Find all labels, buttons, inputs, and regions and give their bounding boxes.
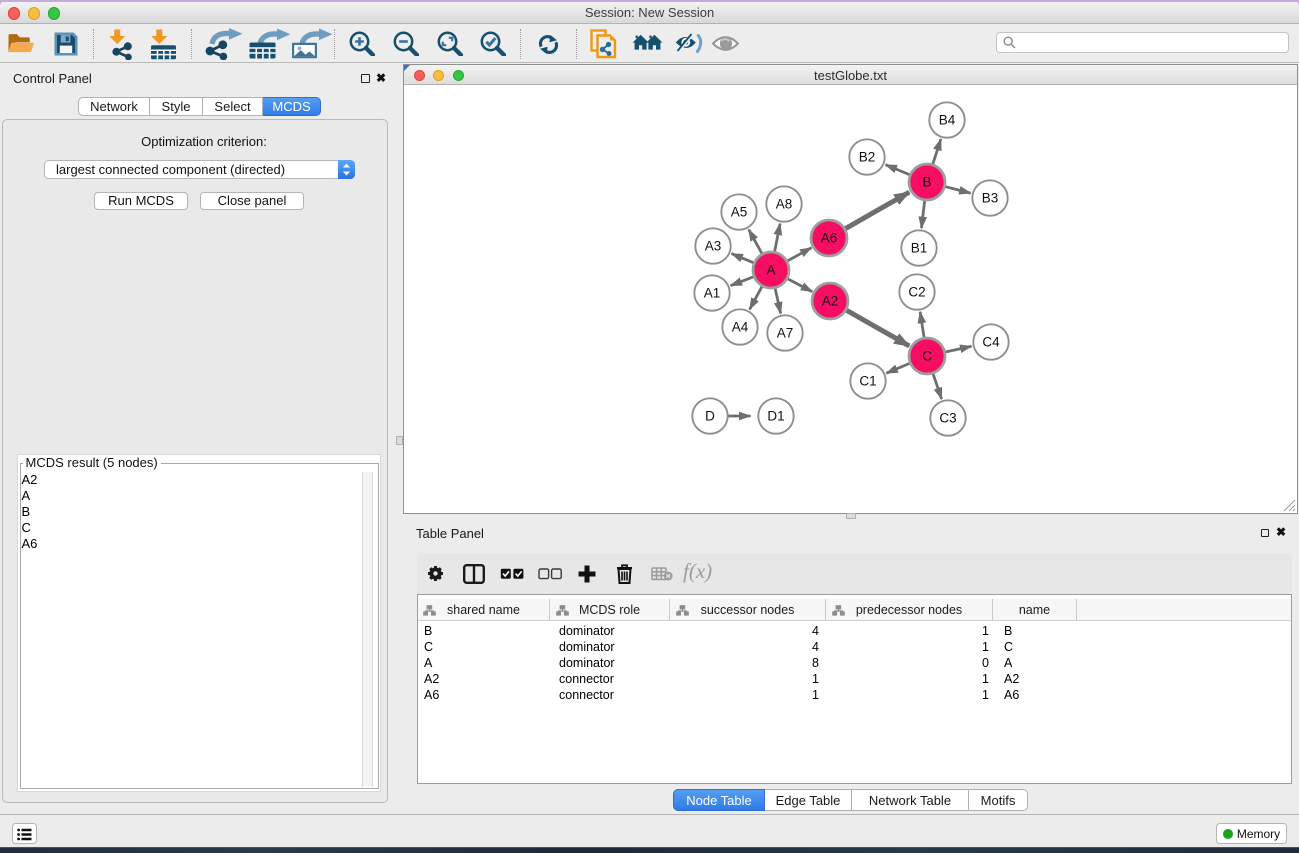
svg-text:C4: C4	[982, 335, 1000, 350]
svg-text:B4: B4	[939, 113, 956, 128]
svg-text:A5: A5	[731, 205, 748, 220]
svg-text:C3: C3	[939, 411, 956, 426]
svg-text:C: C	[922, 349, 932, 364]
svg-text:A2: A2	[822, 294, 839, 309]
svg-text:B2: B2	[859, 150, 876, 165]
svg-text:C2: C2	[908, 285, 925, 300]
svg-text:A: A	[766, 263, 775, 278]
svg-text:D: D	[705, 409, 715, 424]
svg-text:A7: A7	[777, 326, 794, 341]
svg-text:A4: A4	[732, 320, 749, 335]
svg-text:B1: B1	[911, 241, 928, 256]
svg-text:D1: D1	[767, 409, 784, 424]
svg-text:B: B	[922, 175, 931, 190]
svg-text:B3: B3	[982, 191, 999, 206]
svg-text:A1: A1	[704, 286, 721, 301]
svg-text:A8: A8	[776, 197, 793, 212]
svg-text:A6: A6	[821, 231, 838, 246]
svg-text:C1: C1	[859, 374, 876, 389]
svg-text:A3: A3	[705, 239, 722, 254]
